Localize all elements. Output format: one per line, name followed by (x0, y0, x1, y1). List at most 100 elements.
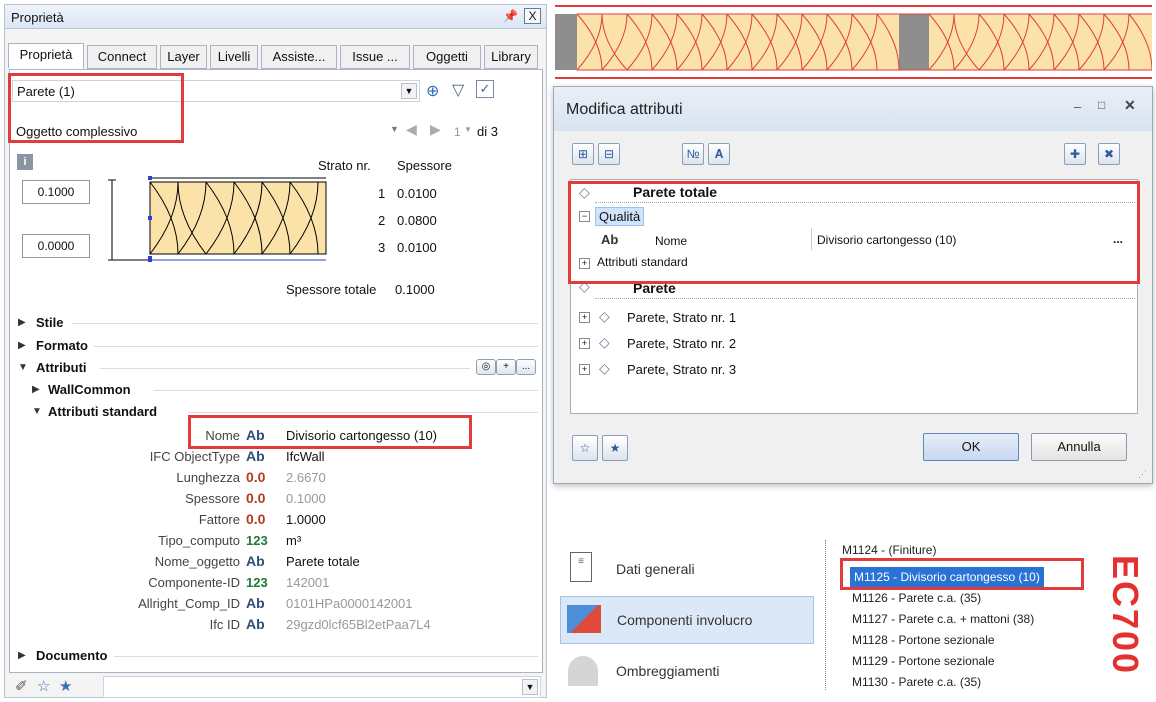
zoom-search-icon[interactable]: ⊕ (426, 81, 439, 101)
more-attributes-button[interactable]: ... (516, 359, 536, 375)
info-icon[interactable]: i (17, 154, 33, 170)
pin-icon[interactable]: 📌 (503, 9, 518, 23)
nav-componenti-involucro[interactable]: Componenti involucro (560, 596, 814, 644)
remove-tag-icon[interactable]: ✖ (1098, 143, 1120, 165)
annulla-button[interactable]: Annulla (1031, 433, 1127, 461)
folder-open-icon[interactable]: ☆ (572, 435, 598, 461)
list-item[interactable]: M1130 - Parete c.a. (35) (852, 672, 981, 693)
list-item-selected[interactable]: M1125 - Divisorio cartongesso (10) (850, 567, 1044, 588)
list-item[interactable]: M1129 - Portone sezionale (852, 651, 995, 672)
tab-assiste[interactable]: Assiste... (261, 45, 337, 69)
attr-row-allright-comp-id[interactable]: Allright_Comp_ID Ab 0101HPa0000142001 (30, 594, 540, 614)
maximize-icon[interactable]: □ (1098, 98, 1105, 112)
expand-stile-icon[interactable]: ▶ (18, 317, 26, 328)
checkbox-icon[interactable]: ✓ (476, 80, 494, 98)
resize-grip-icon[interactable]: ⋰ (1138, 469, 1147, 480)
tab-connect[interactable]: Connect (87, 45, 157, 69)
chevron-down-icon-2[interactable]: ▼ (390, 124, 399, 134)
attr-label: Componente-ID (148, 575, 240, 590)
tab-layer[interactable]: Layer (160, 45, 207, 69)
expand-formato-icon[interactable]: ▶ (18, 340, 26, 351)
collapse-all-icon[interactable]: ⊟ (598, 143, 620, 165)
node-parete[interactable]: Parete (633, 280, 676, 296)
chevron-down-icon[interactable]: ▼ (401, 83, 417, 99)
section-attributi-standard[interactable]: Attributi standard (48, 404, 157, 419)
save-favorite-icon[interactable]: ★ (602, 435, 628, 461)
favorite-save-icon[interactable]: ★ (59, 677, 72, 695)
section-stile[interactable]: Stile (36, 315, 63, 330)
node-strato-2[interactable]: Parete, Strato nr. 2 (627, 336, 736, 351)
expand-icon[interactable]: + (579, 258, 590, 269)
nav-dati-generali[interactable]: ≡ Dati generali (560, 546, 814, 594)
attr-row-tipo-computo[interactable]: Tipo_computo 123 m³ (30, 531, 540, 551)
close-panel-button[interactable]: X (524, 8, 541, 24)
expand-icon[interactable]: + (579, 312, 590, 323)
filter-icon[interactable]: ▽ (452, 80, 464, 100)
numeric-attribute-icon[interactable]: № (682, 143, 704, 165)
expand-all-icon[interactable]: ⊞ (572, 143, 594, 165)
tab-proprieta[interactable]: Proprietà (8, 43, 84, 69)
node-strato-3[interactable]: Parete, Strato nr. 3 (627, 362, 736, 377)
attr-nome-value[interactable]: Divisorio cartongesso (10) (817, 233, 956, 247)
section-attributi[interactable]: Attributi (36, 360, 87, 375)
chevron-down-icon-3[interactable]: ▼ (522, 679, 538, 695)
collapse-attributi-icon[interactable]: ▼ (18, 362, 28, 373)
add-tag-icon[interactable]: ✚ (1064, 143, 1086, 165)
attr-row-componente-id[interactable]: Componente-ID 123 142001 (30, 573, 540, 593)
folder-star-icon[interactable]: ☆ (37, 677, 50, 695)
attribute-list: Nome Ab Divisorio cartongesso (10) IFC O… (30, 426, 540, 646)
bottom-value-field[interactable]: 0.0000 (22, 234, 90, 258)
nav-ombreggiamenti[interactable]: Ombreggiamenti (560, 648, 814, 696)
attr-row-nome-oggetto[interactable]: Nome_oggetto Ab Parete totale (30, 552, 540, 572)
eye-icon[interactable]: ◎ (476, 359, 496, 375)
node-strato-1[interactable]: Parete, Strato nr. 1 (627, 310, 736, 325)
attr-row-nome[interactable]: Nome Ab Divisorio cartongesso (10) (30, 426, 540, 446)
node-parete-totale[interactable]: Parete totale (633, 184, 717, 200)
next-object-icon[interactable]: ▶ (430, 121, 441, 138)
tab-oggetti[interactable]: Oggetti (413, 45, 481, 69)
eyedropper-icon[interactable]: ✐ (15, 677, 28, 695)
attr-value: 142001 (286, 575, 330, 590)
attr-value[interactable]: Divisorio cartongesso (10) (286, 428, 437, 443)
list-item[interactable]: M1127 - Parete c.a. + mattoni (38) (852, 609, 1034, 630)
list-item[interactable]: M1126 - Parete c.a. (35) (852, 588, 981, 609)
list-item[interactable]: M1124 - (Finiture) (842, 540, 936, 561)
ok-button[interactable]: OK (923, 433, 1019, 461)
attr-row-lunghezza[interactable]: Lunghezza 0.0 2.6670 (30, 468, 540, 488)
attr-value[interactable]: Parete totale (286, 554, 360, 569)
attr-value[interactable]: m³ (286, 533, 301, 548)
list-item[interactable]: M1128 - Portone sezionale (852, 630, 995, 651)
expand-documento-icon[interactable]: ▶ (18, 650, 26, 661)
attr-row-ifc-objecttype[interactable]: IFC ObjectType Ab IfcWall (30, 447, 540, 467)
attr-value[interactable]: IfcWall (286, 449, 325, 464)
node-attributi-standard[interactable]: Attributi standard (597, 255, 688, 269)
section-wallcommon[interactable]: WallCommon (48, 382, 131, 397)
expand-icon[interactable]: + (579, 338, 590, 349)
attr-row-spessore[interactable]: Spessore 0.0 0.1000 (30, 489, 540, 509)
collapse-icon[interactable]: − (579, 211, 590, 222)
minimize-icon[interactable]: – (1074, 99, 1081, 114)
add-attribute-button[interactable]: + (496, 359, 516, 375)
tab-library[interactable]: Library (484, 45, 538, 69)
tab-livelli[interactable]: Livelli (210, 45, 258, 69)
attr-row-fattore[interactable]: Fattore 0.0 1.0000 (30, 510, 540, 530)
favorites-combo[interactable]: ▼ (103, 676, 541, 698)
attr-row-ifc-id[interactable]: Ifc ID Ab 29gzd0lcf65Bl2etPaa7L4 (30, 615, 540, 635)
counter-dropdown-icon[interactable]: ▼ (464, 125, 472, 134)
section-documento[interactable]: Documento (36, 648, 108, 663)
expand-wallcommon-icon[interactable]: ▶ (32, 384, 40, 395)
layer-nr-header: Strato nr. (318, 158, 371, 173)
prev-object-icon[interactable]: ◀ (406, 121, 417, 138)
close-icon[interactable]: ✕ (1124, 97, 1136, 114)
browse-button[interactable]: ... (1113, 232, 1123, 246)
tab-issue[interactable]: Issue ... (340, 45, 410, 69)
attr-value[interactable]: 1.0000 (286, 512, 326, 527)
top-value-field[interactable]: 0.1000 (22, 180, 90, 204)
divider (811, 228, 812, 250)
section-formato[interactable]: Formato (36, 338, 88, 353)
node-qualita[interactable]: Qualità (595, 207, 645, 226)
expand-icon[interactable]: + (579, 364, 590, 375)
text-attribute-icon[interactable]: 𝐀 (708, 143, 730, 165)
collapse-attributi-standard-icon[interactable]: ▼ (32, 406, 42, 417)
selection-combo[interactable]: Parete (1) ▼ (12, 80, 420, 102)
